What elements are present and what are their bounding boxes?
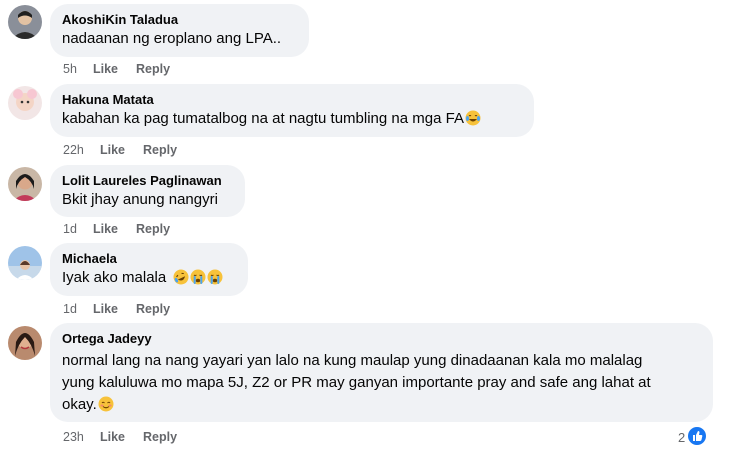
comment-bubble: Ortega Jadeyy normal lang na nang yayari…	[50, 323, 713, 422]
avatar[interactable]	[8, 167, 42, 201]
like-button[interactable]: Like	[93, 61, 118, 77]
crying-emoji-icon	[190, 269, 206, 292]
avatar[interactable]	[8, 5, 42, 39]
avatar[interactable]	[8, 326, 42, 360]
like-button[interactable]: Like	[100, 142, 125, 158]
avatar[interactable]	[8, 246, 42, 280]
reaction-count: 2	[678, 430, 686, 445]
author-name[interactable]: Michaela	[62, 250, 236, 267]
author-name[interactable]: AkoshiKin Taladua	[62, 11, 297, 28]
comment-text: kabahan ka pag tumatalbog na at nagtu tu…	[62, 108, 522, 133]
author-name[interactable]: Hakuna Matata	[62, 91, 522, 108]
like-button[interactable]: Like	[93, 221, 118, 237]
comment-text-line: okay.	[62, 394, 701, 419]
like-button[interactable]: Like	[93, 301, 118, 317]
author-name[interactable]: Lolit Laureles Paglinawan	[62, 172, 233, 189]
author-name[interactable]: Ortega Jadeyy	[62, 330, 701, 347]
comment-text-content: kabahan ka pag tumatalbog na at nagtu tu…	[62, 110, 464, 127]
reply-button[interactable]: Reply	[136, 301, 170, 317]
rolling-laughing-emoji-icon	[173, 269, 189, 292]
comment-text-line: yung kaluluwa mo mapa 5J, Z2 or PR may g…	[62, 374, 651, 391]
reaction-summary[interactable]: 2	[678, 426, 708, 449]
comment-actions: 22h Like Reply	[63, 142, 177, 158]
avatar[interactable]	[8, 86, 42, 120]
comment-bubble: Michaela Iyak ako malala	[50, 243, 248, 296]
thumbs-up-icon	[687, 426, 708, 449]
comment-actions: 5h Like Reply	[63, 61, 170, 77]
reply-button[interactable]: Reply	[143, 429, 177, 445]
timestamp[interactable]: 1d	[63, 221, 93, 237]
reply-button[interactable]: Reply	[143, 142, 177, 158]
comment-bubble: Hakuna Matata kabahan ka pag tumatalbog …	[50, 84, 534, 137]
comment-text: Iyak ako malala	[62, 267, 236, 292]
comment-text-content: okay.	[62, 396, 97, 413]
reply-button[interactable]: Reply	[136, 61, 170, 77]
reply-button[interactable]: Reply	[136, 221, 170, 237]
comment-text: nadaanan ng eroplano ang LPA..	[62, 30, 282, 47]
comment-bubble: AkoshiKin Taladua nadaanan ng eroplano a…	[50, 4, 309, 57]
comment-text-line: normal lang na nang yayari yan lalo na k…	[62, 352, 643, 369]
timestamp[interactable]: 22h	[63, 142, 100, 158]
laughing-tears-emoji-icon	[465, 110, 481, 133]
comment-text: Bkit jhay anung nangyri	[62, 191, 218, 208]
comment-text-content: Iyak ako malala	[62, 269, 167, 286]
comment-bubble: Lolit Laureles Paglinawan Bkit jhay anun…	[50, 165, 245, 217]
timestamp[interactable]: 5h	[63, 61, 93, 77]
like-button[interactable]: Like	[100, 429, 125, 445]
timestamp[interactable]: 23h	[63, 429, 100, 445]
comment-actions: 23h Like Reply	[63, 429, 177, 445]
timestamp[interactable]: 1d	[63, 301, 93, 317]
comment-actions: 1d Like Reply	[63, 221, 170, 237]
smiling-blush-emoji-icon	[98, 396, 114, 419]
comment-actions: 1d Like Reply	[63, 301, 170, 317]
crying-emoji-icon	[207, 269, 223, 292]
